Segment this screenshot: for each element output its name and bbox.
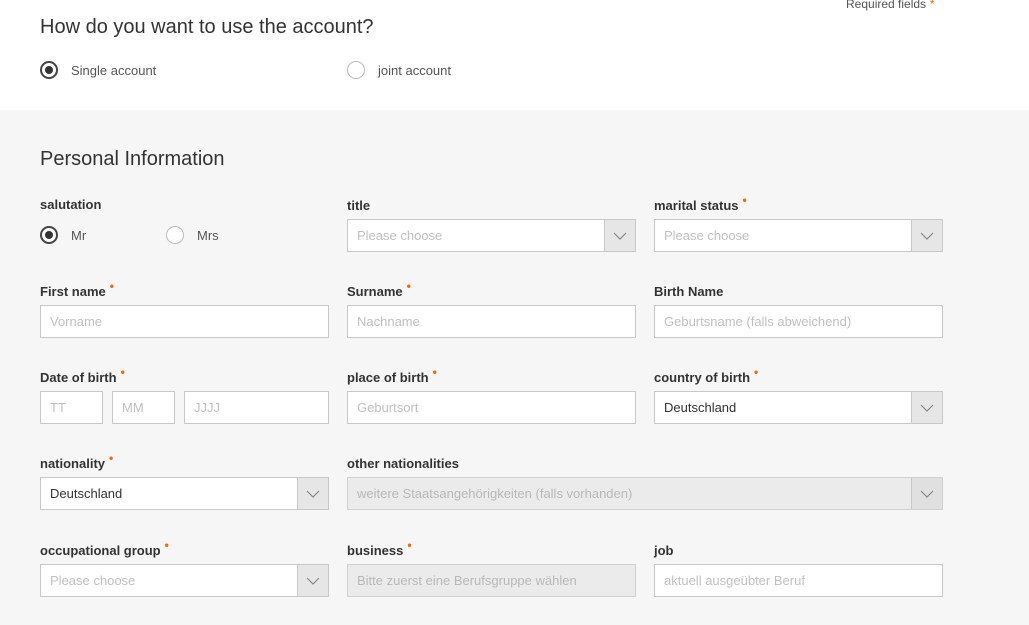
required-indicator: • — [109, 451, 114, 465]
job-label: job — [654, 543, 674, 558]
chevron-down-icon — [297, 478, 328, 509]
salutation-label-text: salutation — [40, 197, 102, 212]
chevron-down-icon — [911, 478, 942, 509]
marital-status-label-text: marital status — [654, 198, 739, 213]
first-name-input[interactable]: Vorname — [40, 305, 329, 338]
occupational-group-label: occupational group • — [40, 538, 169, 558]
place-of-birth-input[interactable]: Geburtsort — [347, 391, 636, 424]
place-of-birth-placeholder: Geburtsort — [357, 400, 419, 415]
nationality-select[interactable]: Deutschland — [40, 477, 329, 510]
birth-month-placeholder: MM — [122, 400, 144, 415]
business-input: Bitte zuerst eine Berufsgruppe wählen — [347, 564, 636, 597]
country-of-birth-label: country of birth • — [654, 365, 758, 385]
birth-year-input[interactable]: JJJJ — [184, 391, 329, 424]
job-label-text: job — [654, 543, 674, 558]
first-name-label: First name • — [40, 279, 114, 299]
chevron-down-icon — [297, 565, 328, 596]
surname-placeholder: Nachname — [357, 314, 420, 329]
business-placeholder: Bitte zuerst eine Berufsgruppe wählen — [357, 573, 577, 588]
single-account-radio[interactable]: Single account — [40, 61, 156, 79]
salutation-mr-radio[interactable]: Mr — [40, 226, 86, 244]
chevron-down-icon — [911, 392, 942, 423]
first-name-placeholder: Vorname — [50, 314, 103, 329]
date-of-birth-label-text: Date of birth — [40, 370, 117, 385]
birth-name-label-text: Birth Name — [654, 284, 724, 299]
salutation-mrs-label: Mrs — [197, 227, 219, 243]
occupational-group-select[interactable]: Please choose — [40, 564, 329, 597]
required-indicator: • — [120, 365, 125, 379]
job-placeholder: aktuell ausgeübter Beruf — [664, 573, 805, 588]
birth-name-input[interactable]: Geburtsname (falls abweichend) — [654, 305, 943, 338]
personal-information-title: Personal Information — [40, 148, 225, 170]
birth-month-input[interactable]: MM — [112, 391, 175, 424]
birth-year-placeholder: JJJJ — [194, 400, 220, 415]
radio-circle — [40, 226, 58, 244]
nationality-label-text: nationality — [40, 456, 106, 471]
surname-input[interactable]: Nachname — [347, 305, 636, 338]
job-input[interactable]: aktuell ausgeübter Beruf — [654, 564, 943, 597]
required-indicator: • — [407, 538, 412, 552]
salutation-mr-label: Mr — [71, 227, 87, 243]
occupational-group-placeholder: Please choose — [50, 573, 136, 588]
required-marker: * — [930, 0, 935, 11]
place-of-birth-label: place of birth • — [347, 365, 437, 385]
marital-status-placeholder: Please choose — [664, 228, 750, 243]
salutation-mrs-radio[interactable]: Mrs — [166, 226, 219, 244]
occupational-group-label-text: occupational group — [40, 543, 161, 558]
required-indicator: • — [164, 538, 169, 552]
business-label: business • — [347, 538, 412, 558]
radio-circle — [40, 61, 58, 79]
place-of-birth-label-text: place of birth — [347, 370, 429, 385]
nationality-label: nationality • — [40, 451, 113, 471]
radio-circle — [166, 226, 184, 244]
country-of-birth-value: Deutschland — [664, 400, 737, 415]
required-indicator: • — [109, 279, 114, 293]
account-usage-section: Required fields * How do you want to use … — [0, 0, 1029, 110]
chevron-down-icon — [911, 220, 942, 251]
radio-circle — [347, 61, 365, 79]
marital-status-label: marital status • — [654, 193, 747, 213]
single-account-label: Single account — [71, 62, 157, 78]
business-label-text: business — [347, 543, 404, 558]
nationality-value: Deutschland — [50, 486, 123, 501]
title-placeholder: Please choose — [357, 228, 443, 243]
first-name-label-text: First name — [40, 284, 106, 299]
country-of-birth-label-text: country of birth — [654, 370, 751, 385]
surname-label-text: Surname — [347, 284, 403, 299]
required-indicator: • — [432, 365, 437, 379]
required-fields-note: Required fields * — [846, 0, 935, 11]
birth-day-input[interactable]: TT — [40, 391, 103, 424]
joint-account-radio[interactable]: joint account — [347, 61, 451, 79]
radio-dot — [45, 66, 53, 74]
joint-account-label: joint account — [378, 62, 451, 78]
required-indicator: • — [754, 365, 759, 379]
required-indicator: • — [406, 279, 411, 293]
salutation-label: salutation — [40, 197, 101, 212]
birth-day-placeholder: TT — [50, 400, 66, 415]
marital-status-select[interactable]: Please choose — [654, 219, 943, 252]
account-usage-question: How do you want to use the account? — [40, 16, 374, 38]
required-indicator: • — [742, 193, 747, 207]
other-nationalities-select: weitere Staatsangehörigkeiten (falls vor… — [347, 477, 943, 510]
radio-dot — [45, 231, 53, 239]
other-nationalities-label: other nationalities — [347, 456, 459, 471]
surname-label: Surname • — [347, 279, 411, 299]
country-of-birth-select[interactable]: Deutschland — [654, 391, 943, 424]
title-select[interactable]: Please choose — [347, 219, 636, 252]
other-nationalities-label-text: other nationalities — [347, 456, 459, 471]
chevron-down-icon — [604, 220, 635, 251]
required-fields-label: Required fields — [846, 0, 927, 11]
birth-name-label: Birth Name — [654, 284, 723, 299]
title-label: title — [347, 198, 370, 213]
date-of-birth-label: Date of birth • — [40, 365, 125, 385]
other-nationalities-placeholder: weitere Staatsangehörigkeiten (falls vor… — [357, 486, 633, 501]
birth-name-placeholder: Geburtsname (falls abweichend) — [664, 314, 852, 329]
title-label-text: title — [347, 198, 371, 213]
